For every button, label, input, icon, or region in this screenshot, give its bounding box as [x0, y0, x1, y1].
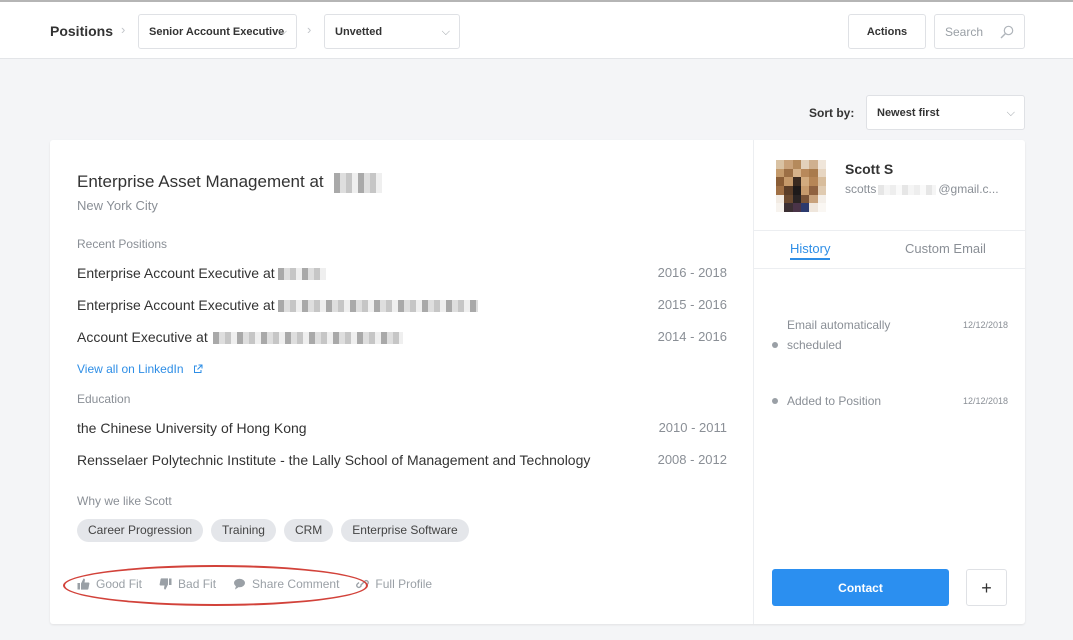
position-years: 2016 - 2018 [657, 265, 727, 280]
tab-history[interactable]: History [790, 241, 831, 260]
position-title: Enterprise Account Executive at [77, 297, 478, 313]
tag: CRM [283, 519, 334, 542]
chevron-down-icon: ⌵ [1006, 107, 1015, 119]
sort-select[interactable]: Newest first ⌵ [866, 95, 1025, 130]
recent-positions-label: Recent Positions [77, 237, 168, 251]
good-fit-label: Good Fit [96, 577, 143, 591]
position-title: Enterprise Account Executive at [77, 265, 326, 281]
chevron-right-icon: › [121, 22, 126, 37]
share-comment-button[interactable]: Share Comment [233, 577, 339, 591]
tab-custom-email[interactable]: Custom Email [905, 241, 986, 256]
redacted-company [212, 332, 403, 345]
add-button[interactable]: + [966, 569, 1007, 606]
candidate-headline-text: Enterprise Asset Management at [77, 172, 324, 191]
email-prefix: scotts [845, 182, 877, 196]
position-row: Account Executive at 2014 - 2016 [77, 329, 727, 349]
feedback-actions: Good Fit Bad Fit Share Comment Full Prof… [77, 577, 449, 591]
chevron-down-icon: ⌵ [278, 26, 287, 38]
actions-button[interactable]: Actions [848, 14, 926, 49]
tag: Training [211, 519, 276, 542]
education-years: 2010 - 2011 [658, 420, 727, 435]
position-title: Account Executive at [77, 329, 403, 345]
candidate-details: Enterprise Asset Management at New York … [50, 140, 753, 624]
divider [754, 230, 1025, 231]
redacted-company [277, 268, 326, 281]
email-suffix: @gmail.c... [938, 182, 999, 196]
position-row: Enterprise Account Executive at 2015 - 2… [77, 297, 727, 317]
education-school: the Chinese University of Hong Kong [77, 420, 307, 436]
sort-select-value: Newest first [877, 107, 940, 119]
history-date: 12/12/2018 [962, 320, 1008, 330]
history-text: Added to Position [787, 394, 882, 408]
thumbs-down-icon [159, 578, 172, 590]
search-icon[interactable] [1000, 25, 1014, 39]
position-select-value: Senior Account Executive [149, 26, 285, 38]
education-row: the Chinese University of Hong Kong 2010… [77, 420, 727, 440]
candidate-name: Scott S [845, 161, 894, 177]
link-icon [356, 579, 370, 589]
full-profile-button[interactable]: Full Profile [356, 577, 432, 591]
history-item: Email automatically scheduled 12/12/2018 [772, 315, 1008, 355]
external-link-icon [193, 364, 203, 373]
history-text: Email automatically scheduled [787, 318, 891, 352]
avatar[interactable] [776, 160, 826, 212]
top-navigation-bar: Positions › Senior Account Executive ⌵ ›… [0, 4, 1073, 59]
tag: Career Progression [77, 519, 204, 542]
bad-fit-button[interactable]: Bad Fit [159, 577, 216, 591]
candidate-headline: Enterprise Asset Management at [77, 172, 383, 193]
sort-label: Sort by: [809, 106, 855, 120]
bad-fit-label: Bad Fit [178, 577, 217, 591]
education-row: Rensselaer Polytechnic Institute - the L… [77, 452, 727, 472]
comment-icon [234, 578, 246, 590]
history-item: Added to Position 12/12/2018 [772, 391, 1008, 411]
history-date: 12/12/2018 [962, 396, 1008, 406]
stage-select[interactable]: Unvetted ⌵ [324, 14, 460, 49]
position-years: 2014 - 2016 [657, 329, 727, 344]
position-select[interactable]: Senior Account Executive ⌵ [138, 14, 297, 49]
position-row: Enterprise Account Executive at 2016 - 2… [77, 265, 727, 285]
search-box[interactable] [934, 14, 1025, 49]
tag-list: Career Progression Training CRM Enterpri… [77, 519, 469, 542]
divider [754, 268, 1025, 269]
why-we-like-label: Why we like Scott [77, 494, 172, 508]
position-years: 2015 - 2016 [657, 297, 727, 312]
redacted-email [878, 184, 937, 195]
share-comment-label: Share Comment [252, 577, 340, 591]
chevron-right-icon: › [307, 22, 312, 37]
candidate-sidebar: Scott S scotts @gmail.c... History Custom… [753, 140, 1025, 624]
chevron-down-icon: ⌵ [441, 26, 450, 38]
candidate-email: scotts @gmail.c... [845, 182, 1005, 196]
good-fit-button[interactable]: Good Fit [77, 577, 142, 591]
candidate-card: Enterprise Asset Management at New York … [50, 140, 1025, 624]
breadcrumb-positions[interactable]: Positions [50, 23, 113, 39]
search-input[interactable] [945, 15, 1007, 48]
bullet-dot-icon [772, 341, 778, 348]
bullet-dot-icon [772, 397, 778, 404]
candidate-location: New York City [77, 198, 158, 213]
education-label: Education [77, 392, 131, 406]
redacted-company [334, 172, 383, 193]
linkedin-link-text: View all on LinkedIn [77, 362, 184, 376]
tag: Enterprise Software [341, 519, 469, 542]
redacted-company [277, 300, 478, 313]
linkedin-link[interactable]: View all on LinkedIn [77, 362, 203, 376]
education-school: Rensselaer Polytechnic Institute - the L… [77, 452, 591, 468]
thumbs-up-icon [77, 578, 90, 590]
full-profile-label: Full Profile [375, 577, 433, 591]
education-years: 2008 - 2012 [657, 452, 727, 467]
contact-button[interactable]: Contact [772, 569, 949, 606]
stage-select-value: Unvetted [335, 26, 383, 38]
